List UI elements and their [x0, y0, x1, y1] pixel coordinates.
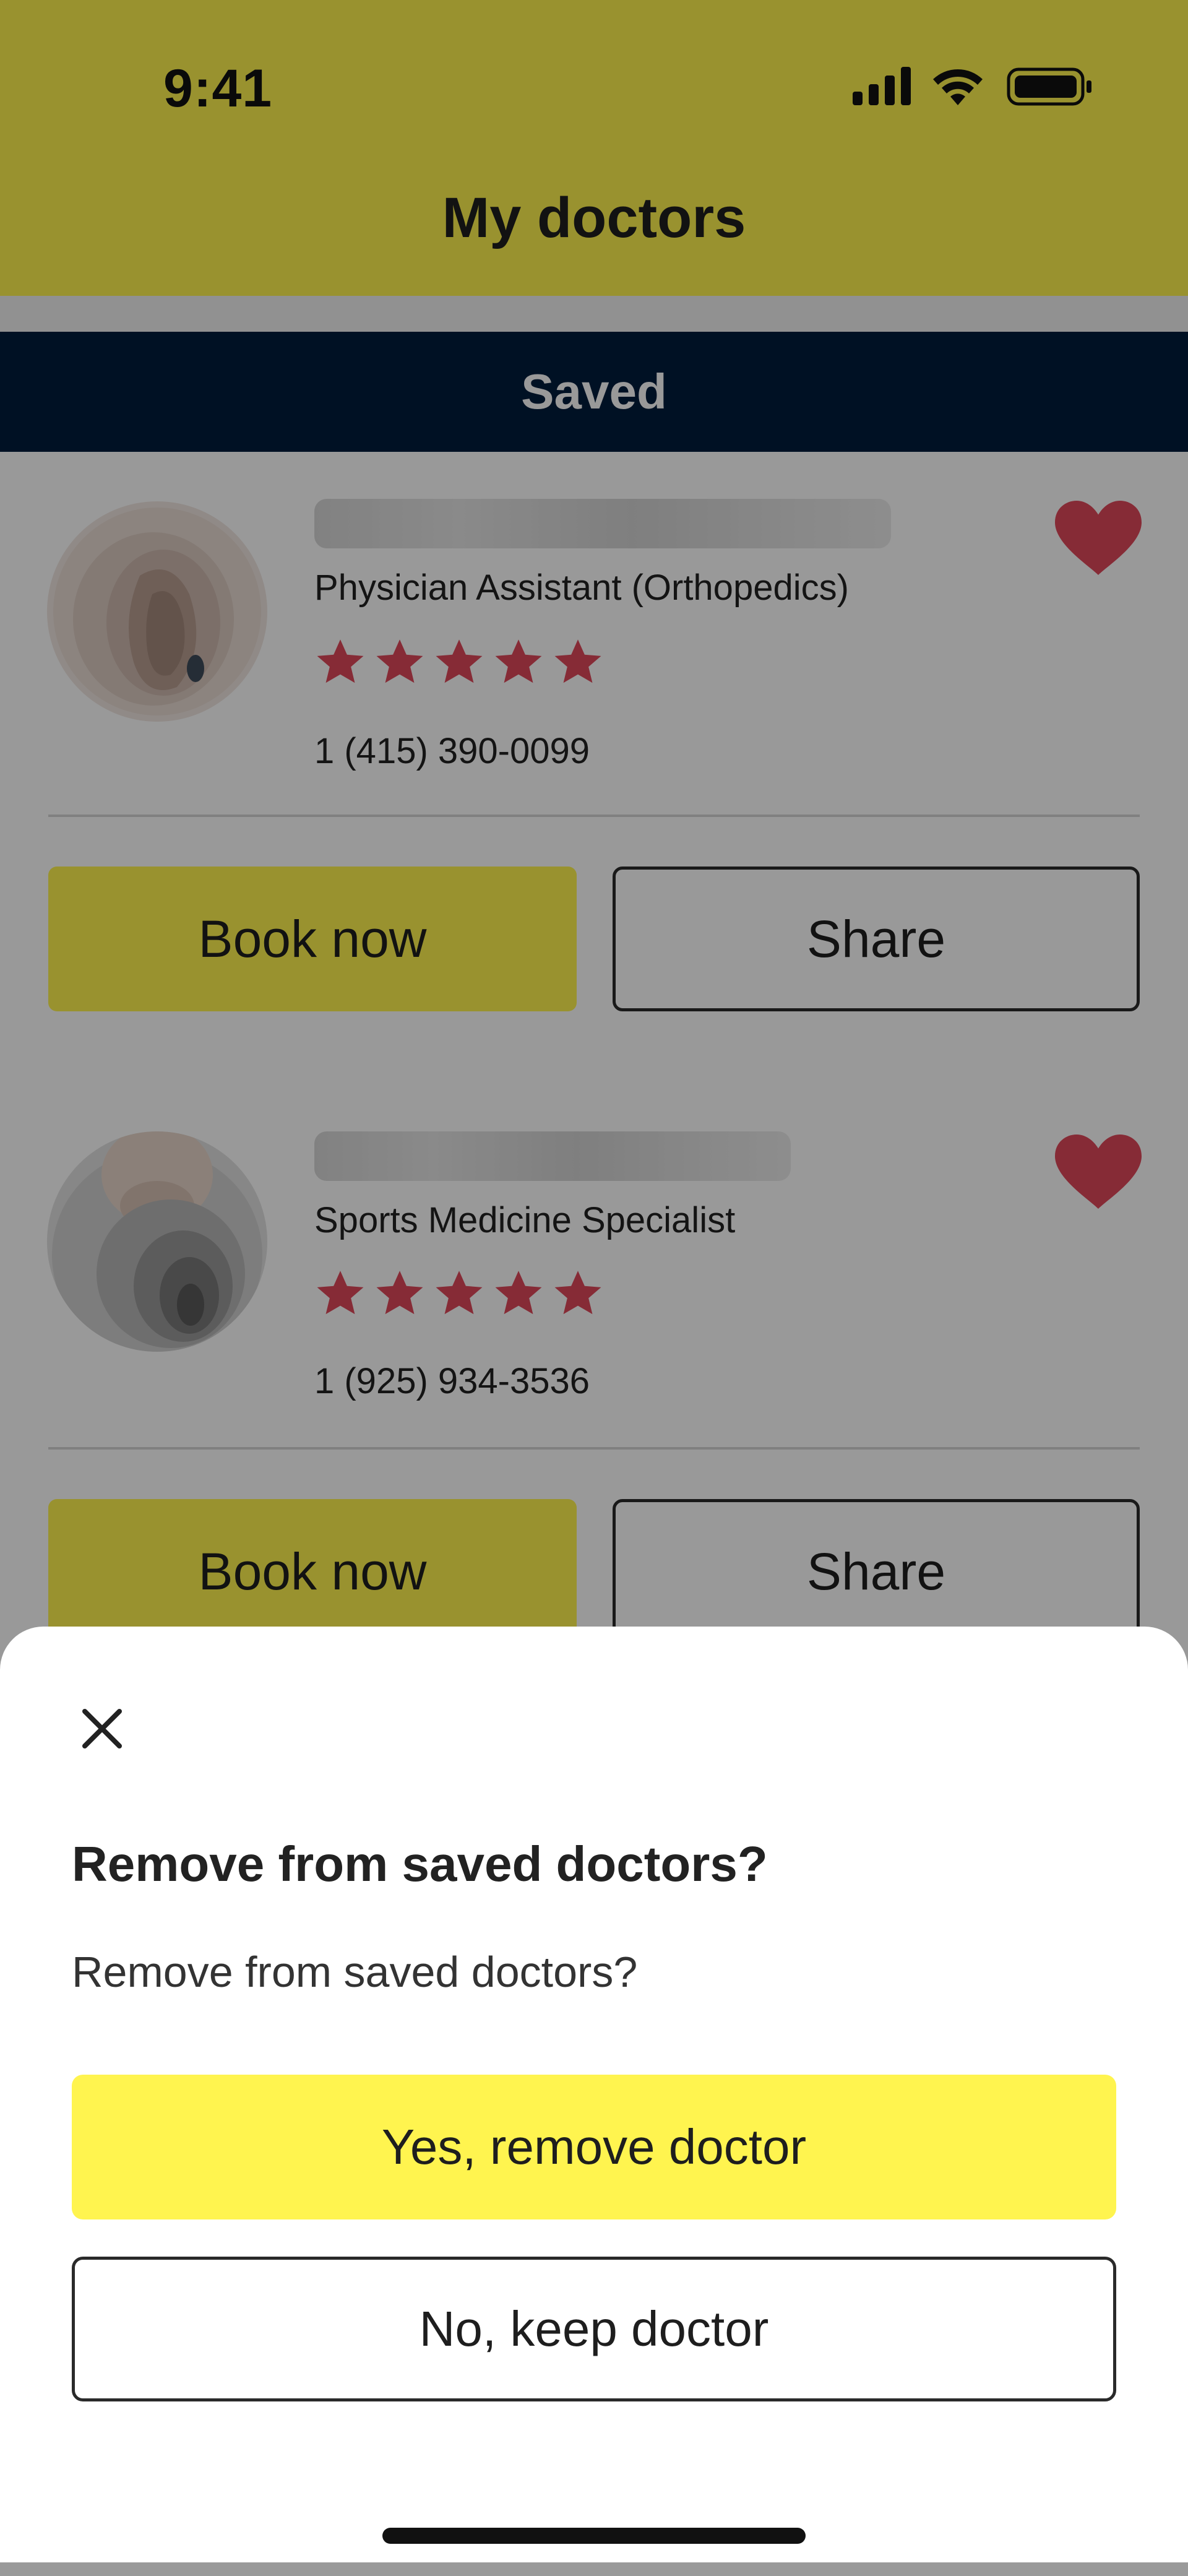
bottom-edge — [0, 2562, 1188, 2576]
home-indicator[interactable] — [382, 2528, 806, 2544]
confirm-remove-button[interactable]: Yes, remove doctor — [72, 2075, 1116, 2219]
screen: 9:41 My doctors Saved Physician Assistan… — [0, 0, 1188, 2576]
remove-doctor-sheet: Remove from saved doctors? Remove from s… — [0, 1627, 1188, 2562]
close-icon — [82, 1709, 122, 1748]
dialog-title: Remove from saved doctors? — [72, 1836, 768, 1891]
keep-doctor-button[interactable]: No, keep doctor — [72, 2257, 1116, 2401]
dialog-body: Remove from saved doctors? — [72, 1948, 638, 1996]
close-button[interactable] — [68, 1695, 136, 1763]
